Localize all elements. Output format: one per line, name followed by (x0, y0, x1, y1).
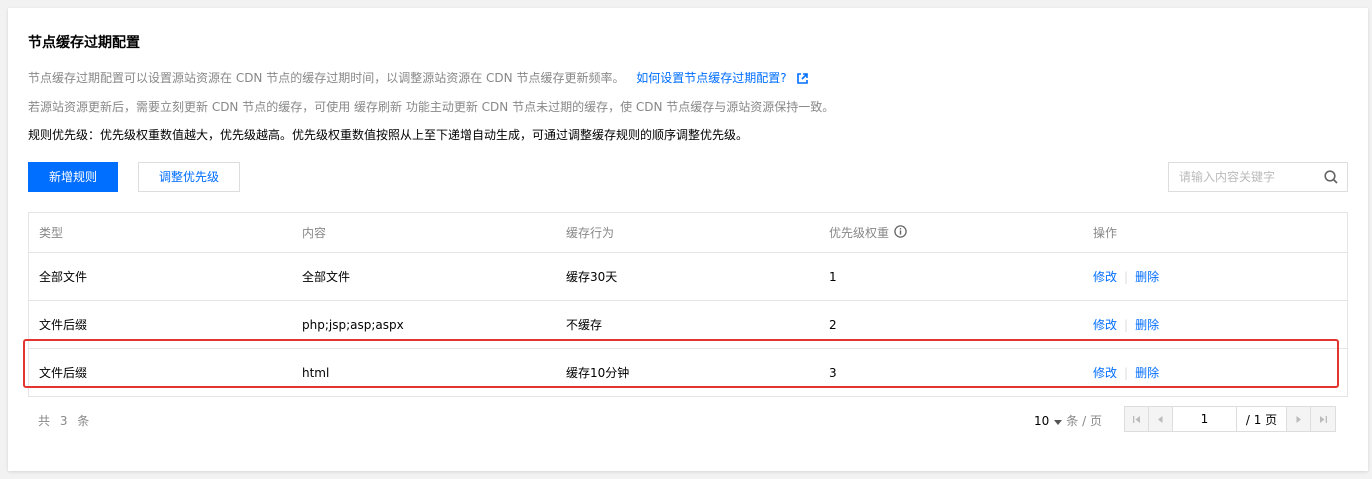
edit-button[interactable]: 修改 (1093, 268, 1117, 285)
column-header-content: 内容 (302, 226, 327, 240)
cell-behavior: 缓存10分钟 (566, 366, 630, 380)
total-pages: / 1 页 (1237, 407, 1287, 431)
table-row: 文件后缀 html 缓存10分钟 3 修改 | 删除 (29, 349, 1347, 396)
help-link[interactable]: 如何设置节点缓存过期配置? (636, 71, 786, 85)
external-link-icon[interactable] (796, 73, 808, 87)
column-header-type: 类型 (39, 226, 64, 240)
description-text: 节点缓存过期配置可以设置源站资源在 CDN 节点的缓存过期时间，以调整源站资源在… (28, 71, 625, 85)
table-header: 类型 内容 缓存行为 优先级权重 操作 (29, 213, 1347, 253)
last-page-icon[interactable] (1311, 407, 1335, 431)
cell-behavior: 缓存30天 (566, 270, 618, 284)
caret-down-icon[interactable] (1054, 414, 1063, 428)
cell-content: html (302, 365, 330, 380)
cell-priority: 1 (829, 269, 837, 284)
table-row: 文件后缀 php;jsp;asp;aspx 不缓存 2 修改 | 删除 (29, 301, 1347, 349)
priority-rule-note: 规则优先级：优先级权重数值越大，优先级越高。优先级权重数值按照从上至下递增自动生… (28, 128, 749, 142)
cell-priority: 3 (829, 365, 837, 380)
action-divider: | (1124, 269, 1129, 284)
cell-behavior: 不缓存 (566, 318, 603, 332)
table-row: 全部文件 全部文件 缓存30天 1 修改 | 删除 (29, 253, 1347, 301)
action-divider: | (1124, 317, 1129, 332)
priority-header-label: 优先级权重 (829, 226, 890, 240)
first-page-icon[interactable] (1125, 407, 1149, 431)
edit-button[interactable]: 修改 (1093, 316, 1117, 333)
search-input[interactable] (1179, 163, 1319, 191)
column-header-actions: 操作 (1093, 226, 1118, 240)
page-number-input[interactable]: 1 (1173, 407, 1237, 431)
cell-priority: 2 (829, 317, 837, 332)
cell-content: php;jsp;asp;aspx (302, 317, 404, 332)
cell-actions: 修改 | 删除 (1093, 301, 1159, 348)
delete-button[interactable]: 删除 (1135, 268, 1159, 285)
adjust-priority-button[interactable]: 调整优先级 (138, 162, 240, 192)
next-page-icon[interactable] (1287, 407, 1311, 431)
delete-button[interactable]: 删除 (1135, 364, 1159, 381)
cell-actions: 修改 | 删除 (1093, 253, 1159, 300)
prev-page-icon[interactable] (1149, 407, 1173, 431)
description-line-1: 节点缓存过期配置可以设置源站资源在 CDN 节点的缓存过期时间，以调整源站资源在… (28, 69, 808, 87)
edit-button[interactable]: 修改 (1093, 364, 1117, 381)
cell-actions: 修改 | 删除 (1093, 349, 1159, 396)
page-title: 节点缓存过期配置 (28, 35, 140, 51)
search-icon[interactable] (1324, 170, 1338, 187)
add-rule-button[interactable]: 新增规则 (28, 162, 118, 192)
cell-content: 全部文件 (302, 270, 351, 284)
column-header-behavior: 缓存行为 (566, 226, 615, 240)
delete-button[interactable]: 删除 (1135, 316, 1159, 333)
rules-table: 类型 内容 缓存行为 优先级权重 操作 全部文件 全部文件 缓存30天 1 修改… (28, 212, 1348, 397)
cell-type: 文件后缀 (39, 318, 88, 332)
page-size-selector[interactable]: 10 条 / 页 (1034, 412, 1102, 429)
description-line-2: 若源站资源更新后，需要立刻更新 CDN 节点的缓存，可使用 缓存刷新 功能主动更… (28, 100, 835, 114)
cache-expiry-card: 节点缓存过期配置 节点缓存过期配置可以设置源站资源在 CDN 节点的缓存过期时间… (8, 8, 1368, 471)
cell-type: 文件后缀 (39, 366, 88, 380)
page-size-value[interactable]: 10 (1034, 414, 1049, 428)
page-size-unit: 条 / 页 (1066, 414, 1102, 428)
action-divider: | (1124, 365, 1129, 380)
info-icon[interactable] (894, 224, 907, 241)
pagination: 1 / 1 页 (1124, 406, 1336, 432)
column-header-priority: 优先级权重 (829, 213, 907, 252)
cell-type: 全部文件 (39, 270, 88, 284)
search-box (1168, 162, 1348, 192)
total-count: 共 3 条 (38, 414, 93, 428)
